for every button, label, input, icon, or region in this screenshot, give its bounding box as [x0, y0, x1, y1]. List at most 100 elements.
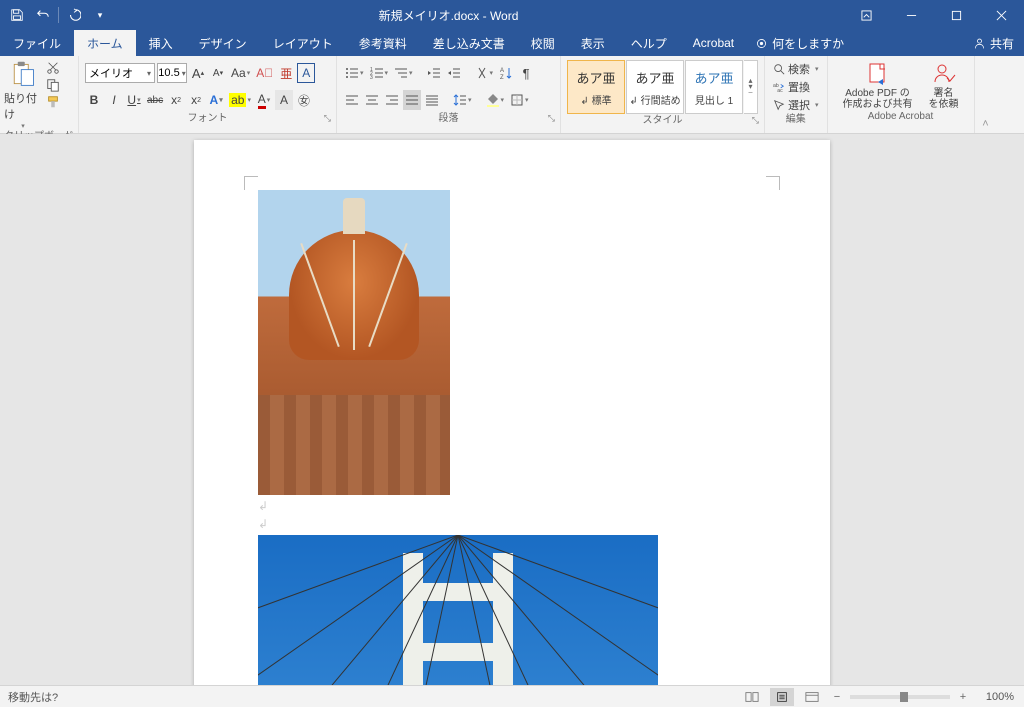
- subscript-button[interactable]: x2: [167, 90, 185, 110]
- tab-layout[interactable]: レイアウト: [260, 30, 346, 56]
- copy-button[interactable]: [44, 77, 62, 93]
- style-normal[interactable]: あア亜 ↲ 標準: [567, 60, 625, 114]
- tell-me-search[interactable]: 何をしますか: [747, 30, 852, 56]
- numbering-button[interactable]: 123: [368, 63, 391, 83]
- clear-format-button[interactable]: A⃠: [254, 63, 275, 83]
- font-size-combo[interactable]: 10.5▾: [157, 63, 187, 83]
- find-button[interactable]: 検索▾: [773, 60, 819, 77]
- highlight-button[interactable]: ab: [227, 90, 253, 110]
- tab-view[interactable]: 表示: [568, 30, 618, 56]
- inserted-image-1[interactable]: [258, 190, 450, 495]
- styles-gallery-more[interactable]: ▴▾⎯: [744, 60, 758, 114]
- styles-group-label: スタイル: [643, 115, 683, 126]
- tab-insert[interactable]: 挿入: [136, 30, 186, 56]
- replace-button[interactable]: abac置換: [773, 78, 819, 95]
- redo-button[interactable]: [61, 0, 87, 30]
- paste-label: 貼り付け: [4, 90, 42, 122]
- title-bar: ▾ 新規メイリオ.docx - Word: [0, 0, 1024, 30]
- paragraph-launcher[interactable]: ⤡: [548, 112, 555, 125]
- share-label: 共有: [990, 35, 1014, 52]
- tab-review[interactable]: 校閲: [518, 30, 568, 56]
- svg-text:Z: Z: [500, 75, 504, 80]
- tab-file[interactable]: ファイル: [0, 30, 74, 56]
- close-button[interactable]: [979, 0, 1024, 30]
- underline-button[interactable]: U: [125, 90, 143, 110]
- view-read-mode-button[interactable]: [740, 688, 764, 706]
- indent-increase-button[interactable]: [445, 63, 463, 83]
- align-center-button[interactable]: [363, 90, 381, 110]
- adobe-sign-button[interactable]: 署名 を依頼: [924, 62, 964, 110]
- align-justify-button[interactable]: [403, 90, 421, 110]
- tab-acrobat[interactable]: Acrobat: [680, 30, 747, 56]
- shrink-font-button[interactable]: A▾: [209, 63, 227, 83]
- zoom-out-button[interactable]: −: [830, 691, 844, 703]
- inserted-image-2[interactable]: [258, 535, 658, 685]
- window-controls: [844, 0, 1024, 30]
- zoom-slider[interactable]: [850, 695, 950, 699]
- zoom-in-button[interactable]: +: [956, 691, 970, 703]
- char-shading-button[interactable]: A: [275, 90, 293, 110]
- font-color-button[interactable]: A: [255, 90, 273, 110]
- format-painter-button[interactable]: [44, 94, 62, 110]
- share-button[interactable]: 共有: [973, 35, 1014, 52]
- maximize-button[interactable]: [934, 0, 979, 30]
- char-border-button[interactable]: A: [297, 63, 315, 83]
- superscript-button[interactable]: x2: [187, 90, 205, 110]
- ribbon: 貼り付け ▾ クリップボード⤡ メイリオ▾ 10.5▾ A▴ A▾ Aa A⃠ …: [0, 56, 1024, 134]
- font-group-label: フォント: [188, 113, 228, 124]
- svg-text:3: 3: [370, 75, 373, 80]
- bullets-button[interactable]: [343, 63, 366, 83]
- sort-button[interactable]: AZ: [497, 63, 515, 83]
- select-button[interactable]: 選択▾: [773, 96, 819, 113]
- align-distributed-button[interactable]: [423, 90, 441, 110]
- bold-button[interactable]: B: [85, 90, 103, 110]
- style-heading1[interactable]: あア亜 見出し 1: [685, 60, 743, 114]
- style-nospacing[interactable]: あア亜 ↲ 行間詰め: [626, 60, 684, 114]
- indent-decrease-button[interactable]: [425, 63, 443, 83]
- view-web-layout-button[interactable]: [800, 688, 824, 706]
- line-spacing-button[interactable]: [451, 90, 474, 110]
- save-button[interactable]: [4, 0, 30, 30]
- tab-help[interactable]: ヘルプ: [618, 30, 680, 56]
- multilevel-button[interactable]: [392, 63, 415, 83]
- account-area[interactable]: [784, 0, 844, 30]
- tab-design[interactable]: デザイン: [186, 30, 260, 56]
- undo-button[interactable]: [30, 0, 56, 30]
- tab-references[interactable]: 参考資料: [346, 30, 420, 56]
- view-print-layout-button[interactable]: [770, 688, 794, 706]
- margin-mark-tr: [766, 176, 780, 190]
- styles-launcher[interactable]: ⤡: [752, 114, 759, 127]
- italic-button[interactable]: I: [105, 90, 123, 110]
- document-workspace[interactable]: ↲ ↲: [0, 134, 1024, 685]
- align-left-button[interactable]: [343, 90, 361, 110]
- show-marks-button[interactable]: ¶: [517, 63, 535, 83]
- editing-group-label: 編集: [786, 114, 806, 125]
- strike-button[interactable]: abc: [145, 90, 165, 110]
- font-launcher[interactable]: ⤡: [324, 112, 331, 125]
- enclose-char-button[interactable]: ㊛: [295, 90, 313, 110]
- borders-button[interactable]: [508, 90, 531, 110]
- cut-button[interactable]: [44, 60, 62, 76]
- paste-button[interactable]: 貼り付け ▾: [4, 58, 42, 130]
- change-case-button[interactable]: Aa: [229, 63, 252, 83]
- status-left-text[interactable]: 移動先は?: [0, 689, 58, 705]
- minimize-button[interactable]: [889, 0, 934, 30]
- text-effects-button[interactable]: A: [207, 90, 225, 110]
- font-name-combo[interactable]: メイリオ▾: [85, 63, 155, 83]
- group-editing: 検索▾ abac置換 選択▾ 編集: [765, 56, 828, 133]
- zoom-value[interactable]: 100%: [976, 691, 1014, 703]
- collapse-ribbon-button[interactable]: ˄: [975, 56, 997, 133]
- ribbon-display-options-button[interactable]: [844, 0, 889, 30]
- adobe-create-pdf-button[interactable]: Adobe PDF の 作成および共有: [838, 62, 918, 110]
- tab-mailings[interactable]: 差し込み文書: [420, 30, 518, 56]
- shading-button[interactable]: [484, 90, 507, 110]
- document-page[interactable]: ↲ ↲: [194, 140, 830, 685]
- window-title: 新規メイリオ.docx - Word: [113, 7, 784, 24]
- align-right-button[interactable]: [383, 90, 401, 110]
- tab-home[interactable]: ホーム: [74, 30, 136, 56]
- margin-mark-tl: [244, 176, 258, 190]
- qat-customize-button[interactable]: ▾: [87, 0, 113, 30]
- grow-font-button[interactable]: A▴: [189, 63, 207, 83]
- phonetic-guide-button[interactable]: 亜: [277, 63, 295, 83]
- asian-layout-button[interactable]: [473, 63, 496, 83]
